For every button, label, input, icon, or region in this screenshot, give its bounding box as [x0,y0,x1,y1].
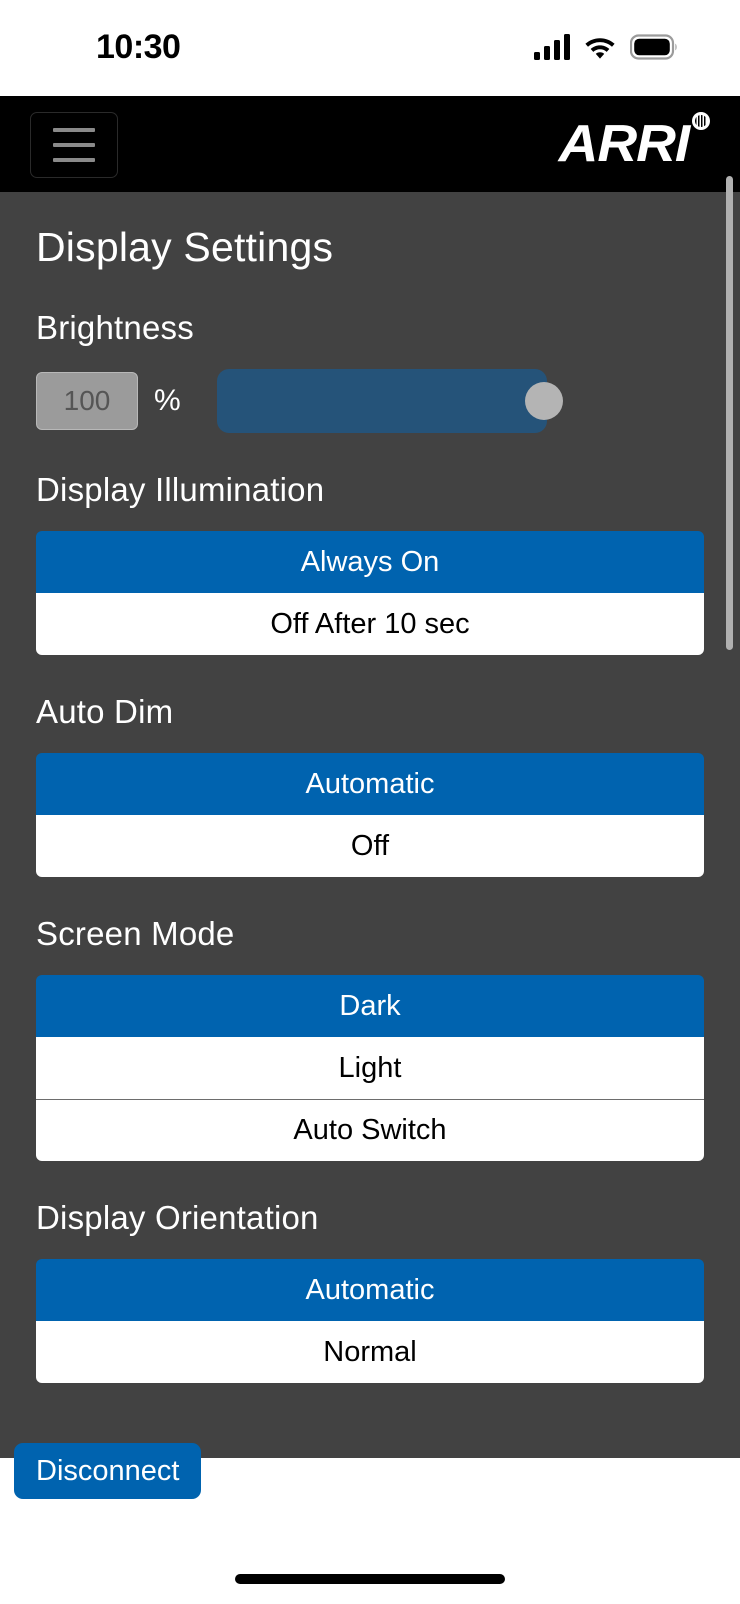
brightness-control-row: % [36,369,740,433]
option-group-auto-dim: Automatic Off [36,753,704,877]
status-icon-group [534,34,678,60]
page-title: Display Settings [36,224,334,270]
app-root: 10:30 ARRI Display Settings Brightness 1… [0,0,740,1604]
option-auto-dim-automatic[interactable]: Automatic [36,753,704,815]
content-bottom-spacer [0,1383,740,1423]
brightness-slider-thumb[interactable] [524,382,563,420]
option-off-after-10-sec[interactable]: Off After 10 sec [36,593,704,655]
option-group-display-orientation: Automatic Normal [36,1259,704,1383]
home-indicator [235,1574,505,1584]
option-always-on[interactable]: Always On [36,531,704,593]
cellular-signal-icon [534,34,570,60]
percent-unit-label: % [154,384,181,417]
hamburger-line [53,143,95,147]
option-orientation-normal[interactable]: Normal [36,1321,704,1383]
ios-status-bar: 10:30 [0,0,740,96]
option-orientation-automatic[interactable]: Automatic [36,1259,704,1321]
scrollbar-thumb[interactable] [726,176,733,650]
settings-content: Display Settings Brightness % Display Il… [0,224,740,1423]
section-label-screen-mode: Screen Mode [36,915,235,952]
brightness-input[interactable] [36,372,138,430]
hamburger-line [53,158,95,162]
disconnect-button[interactable]: Disconnect [14,1443,202,1499]
brightness-slider-track[interactable] [216,369,547,433]
app-header-bar: ARRI [0,96,740,192]
settings-scroll-viewport[interactable]: Display Settings Brightness % Display Il… [0,192,740,1458]
wifi-icon [585,38,615,59]
hamburger-menu-icon[interactable] [30,112,118,178]
status-clock: 10:30 [96,28,181,66]
section-label-display-illumination: Display Illumination [36,471,325,508]
hamburger-line [53,128,95,132]
section-label-display-orientation: Display Orientation [36,1199,319,1236]
registered-trademark-icon [692,112,710,130]
option-screen-mode-auto-switch[interactable]: Auto Switch [36,1099,704,1161]
option-screen-mode-light[interactable]: Light [36,1037,704,1099]
battery-full-icon [630,34,677,60]
option-group-display-illumination: Always On Off After 10 sec [36,531,704,655]
brightness-slider[interactable] [216,369,563,433]
brightness-label: Brightness [36,309,194,346]
arri-logo-text: ARRI [558,115,691,173]
section-label-auto-dim: Auto Dim [36,693,174,730]
option-screen-mode-dark[interactable]: Dark [36,975,704,1037]
option-auto-dim-off[interactable]: Off [36,815,704,877]
option-group-screen-mode: Dark Light Auto Switch [36,975,704,1161]
arri-logo: ARRI [559,112,710,176]
